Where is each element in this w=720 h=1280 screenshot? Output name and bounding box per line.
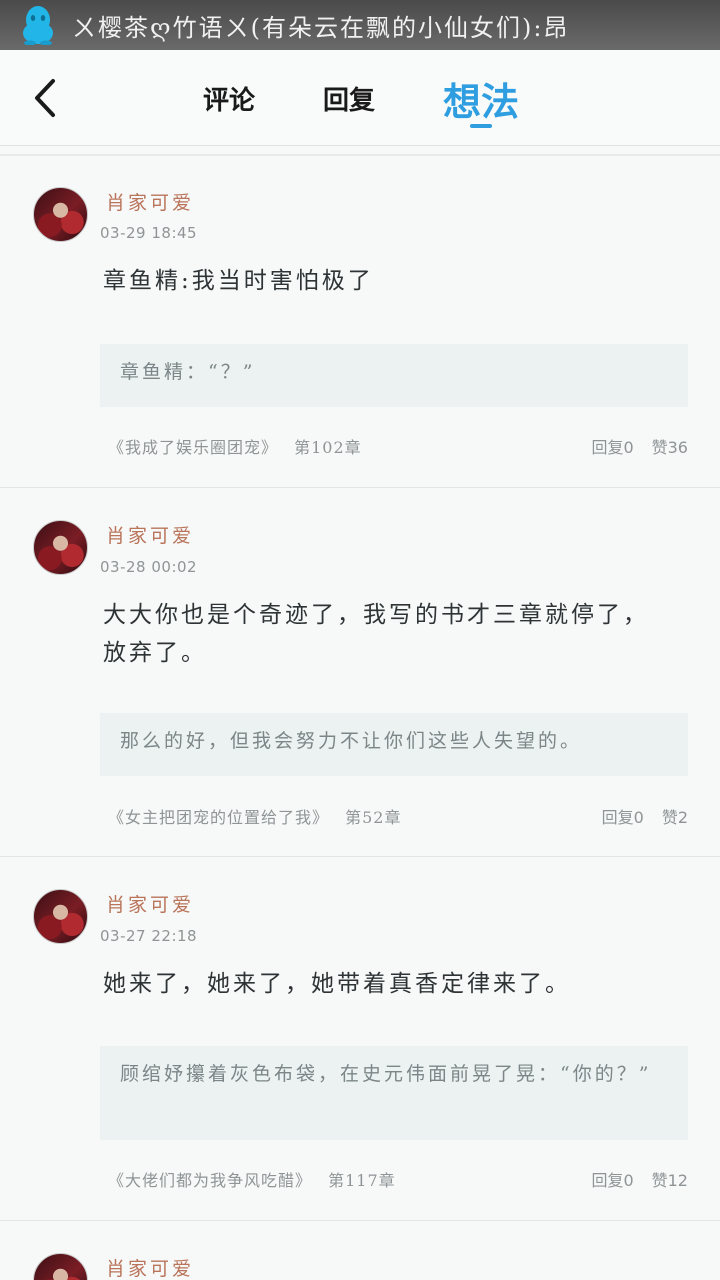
post-stats: 回复0 赞12: [591, 1167, 688, 1191]
book-reference[interactable]: 《女主把团宠的位置给了我》 第52章: [108, 804, 401, 828]
active-tab-indicator: [470, 124, 492, 128]
post-card[interactable]: 肖家可爱: [0, 1221, 720, 1280]
post-card[interactable]: 肖家可爱 03-29 18:45 章鱼精:我当时害怕极了 章鱼精：“？” 《我成…: [0, 156, 720, 488]
avatar[interactable]: [33, 889, 88, 944]
timestamp: 03-28 00:02: [100, 558, 198, 576]
post-card[interactable]: 肖家可爱 03-28 00:02 大大你也是个奇迹了，我写的书才三章就停了，放弃…: [0, 488, 720, 857]
reply-count[interactable]: 回复0: [591, 1167, 633, 1191]
top-navigation: 评论 回复 想法: [0, 50, 720, 146]
book-reference[interactable]: 《大佬们都为我争风吃醋》 第117章: [108, 1167, 396, 1191]
like-count[interactable]: 赞36: [652, 434, 688, 458]
tab-thoughts[interactable]: 想法: [436, 50, 526, 146]
post-content[interactable]: 她来了，她来了，她带着真香定律来了。: [103, 965, 663, 1003]
avatar[interactable]: [33, 520, 88, 575]
post-content[interactable]: 大大你也是个奇迹了，我写的书才三章就停了，放弃了。: [103, 596, 663, 672]
username[interactable]: 肖家可爱: [106, 188, 194, 215]
book-title[interactable]: 《女主把团宠的位置给了我》: [108, 808, 329, 827]
reply-count[interactable]: 回复0: [591, 434, 633, 458]
quoted-excerpt[interactable]: 顾绾妤攥着灰色布袋，在史元伟面前晃了晃：“你的？”: [100, 1046, 688, 1140]
tab-comments[interactable]: 评论: [190, 50, 268, 146]
post-stats: 回复0 赞2: [602, 804, 688, 828]
username[interactable]: 肖家可爱: [106, 521, 194, 548]
like-count[interactable]: 赞12: [652, 1167, 688, 1191]
post-card[interactable]: 肖家可爱 03-27 22:18 她来了，她来了，她带着真香定律来了。 顾绾妤攥…: [0, 857, 720, 1221]
tab-replies[interactable]: 回复: [310, 50, 388, 146]
post-content[interactable]: 章鱼精:我当时害怕极了: [103, 262, 663, 300]
chapter-label[interactable]: 第52章: [345, 808, 401, 827]
notification-bar[interactable]: ㄨ樱茶ღ竹语ㄨ(有朵云在飘的小仙女们):昂: [0, 0, 720, 50]
chapter-label[interactable]: 第117章: [328, 1171, 396, 1190]
chapter-label[interactable]: 第102章: [294, 438, 362, 457]
thoughts-feed[interactable]: 肖家可爱 03-29 18:45 章鱼精:我当时害怕极了 章鱼精：“？” 《我成…: [0, 156, 720, 1280]
chevron-left-icon: [35, 79, 55, 117]
notification-text: ㄨ樱茶ღ竹语ㄨ(有朵云在飘的小仙女们):昂: [72, 13, 570, 42]
quoted-excerpt[interactable]: 章鱼精：“？”: [100, 344, 688, 407]
timestamp: 03-27 22:18: [100, 927, 198, 945]
avatar[interactable]: [33, 1253, 88, 1280]
post-stats: 回复0 赞36: [591, 434, 688, 458]
book-title[interactable]: 《大佬们都为我争风吃醋》: [108, 1171, 312, 1190]
back-button[interactable]: [20, 72, 68, 124]
quoted-excerpt[interactable]: 那么的好，但我会努力不让你们这些人失望的。: [100, 713, 688, 776]
book-title[interactable]: 《我成了娱乐圈团宠》: [108, 438, 278, 457]
username[interactable]: 肖家可爱: [106, 890, 194, 917]
timestamp: 03-29 18:45: [100, 224, 198, 242]
reply-count[interactable]: 回复0: [602, 804, 644, 828]
avatar[interactable]: [33, 187, 88, 242]
book-reference[interactable]: 《我成了娱乐圈团宠》 第102章: [108, 434, 362, 458]
username[interactable]: 肖家可爱: [106, 1254, 194, 1280]
like-count[interactable]: 赞2: [662, 804, 688, 828]
qq-penguin-icon: [16, 3, 60, 47]
